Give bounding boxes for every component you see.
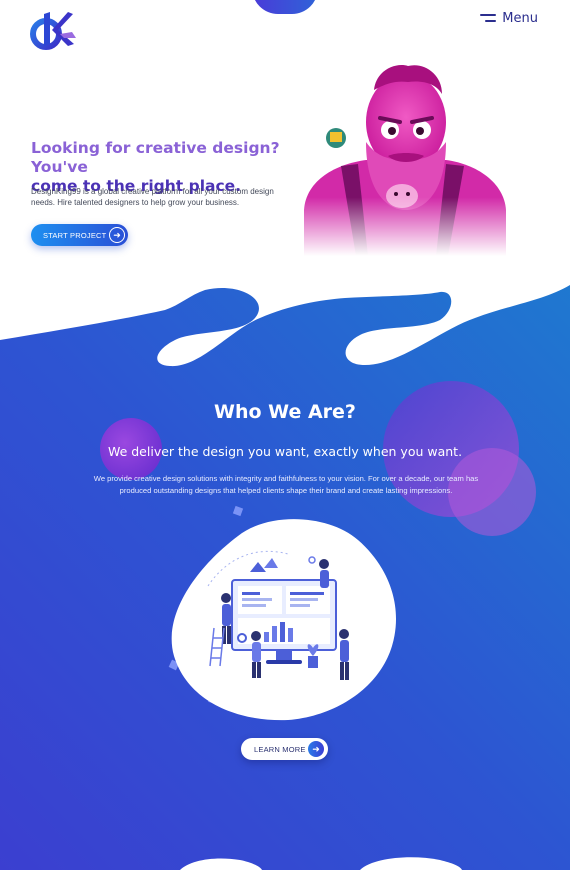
menu-button[interactable]: Menu <box>480 11 538 26</box>
start-project-label: START PROJECT <box>43 230 107 240</box>
section-subtitle: We deliver the design you want, exactly … <box>107 444 463 459</box>
hero-title-line1: Looking for creative design? You've <box>31 139 280 176</box>
learn-more-button[interactable]: LEARN MORE ➜ <box>241 738 328 760</box>
designking-logo-icon[interactable] <box>30 8 78 50</box>
hero-description: DesignKing99 is a global creative platfo… <box>31 187 274 207</box>
section-title: Who We Are? <box>214 401 356 423</box>
learn-more-label: LEARN MORE <box>254 744 306 754</box>
arrow-right-icon: ➜ <box>109 227 125 243</box>
arrow-right-icon: ➜ <box>308 741 324 757</box>
team-illustration <box>171 519 397 721</box>
mascot-illustration <box>296 60 508 256</box>
section-description: We provide creative design solutions wit… <box>93 474 479 495</box>
start-project-button[interactable]: START PROJECT ➜ <box>31 224 128 246</box>
hamburger-icon <box>480 14 497 23</box>
menu-label: Menu <box>502 11 538 26</box>
